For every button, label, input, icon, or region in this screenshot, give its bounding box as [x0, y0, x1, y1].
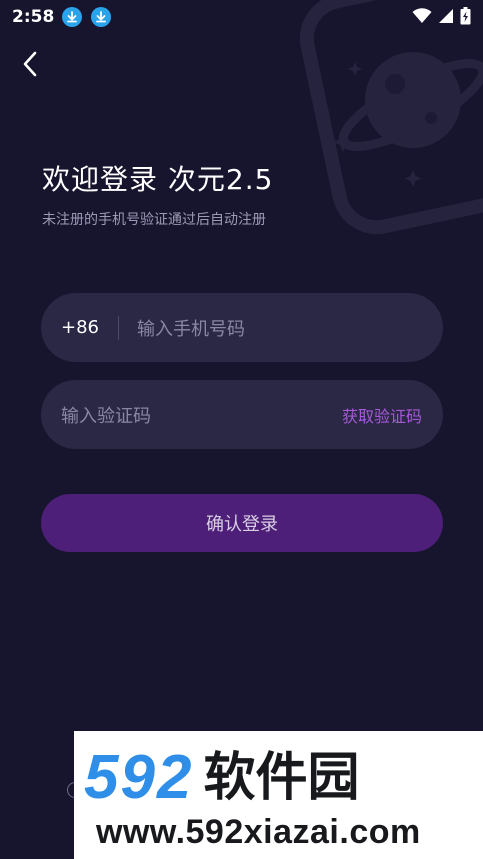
watermark-name: 软件园	[203, 748, 360, 808]
phone-field[interactable]: +86 输入手机号码	[41, 293, 443, 362]
verification-code-input[interactable]: 输入验证码	[61, 402, 151, 428]
divider	[118, 315, 119, 340]
confirm-login-button[interactable]: 确认登录	[41, 494, 443, 552]
watermark-url: www.592xiazai.com	[96, 813, 421, 851]
country-code-selector[interactable]: +86	[61, 317, 99, 338]
planet-icon	[299, 0, 483, 235]
watermark: 592 软件园 www.592xiazai.com	[74, 731, 483, 859]
back-arrow-icon	[23, 51, 37, 77]
get-code-button[interactable]: 获取验证码	[342, 403, 422, 427]
verification-code-field[interactable]: 输入验证码 获取验证码	[41, 380, 443, 449]
download-icon	[62, 7, 83, 27]
back-button[interactable]	[14, 46, 46, 82]
phone-input[interactable]: 输入手机号码	[137, 315, 245, 341]
status-time: 2:58	[12, 7, 55, 27]
page-title: 欢迎登录 次元2.5	[42, 163, 274, 196]
download-icon	[91, 7, 112, 27]
planet-decoration	[283, 0, 483, 250]
page-subtitle: 未注册的手机号验证通过后自动注册	[42, 212, 266, 228]
watermark-number: 592	[84, 743, 194, 812]
